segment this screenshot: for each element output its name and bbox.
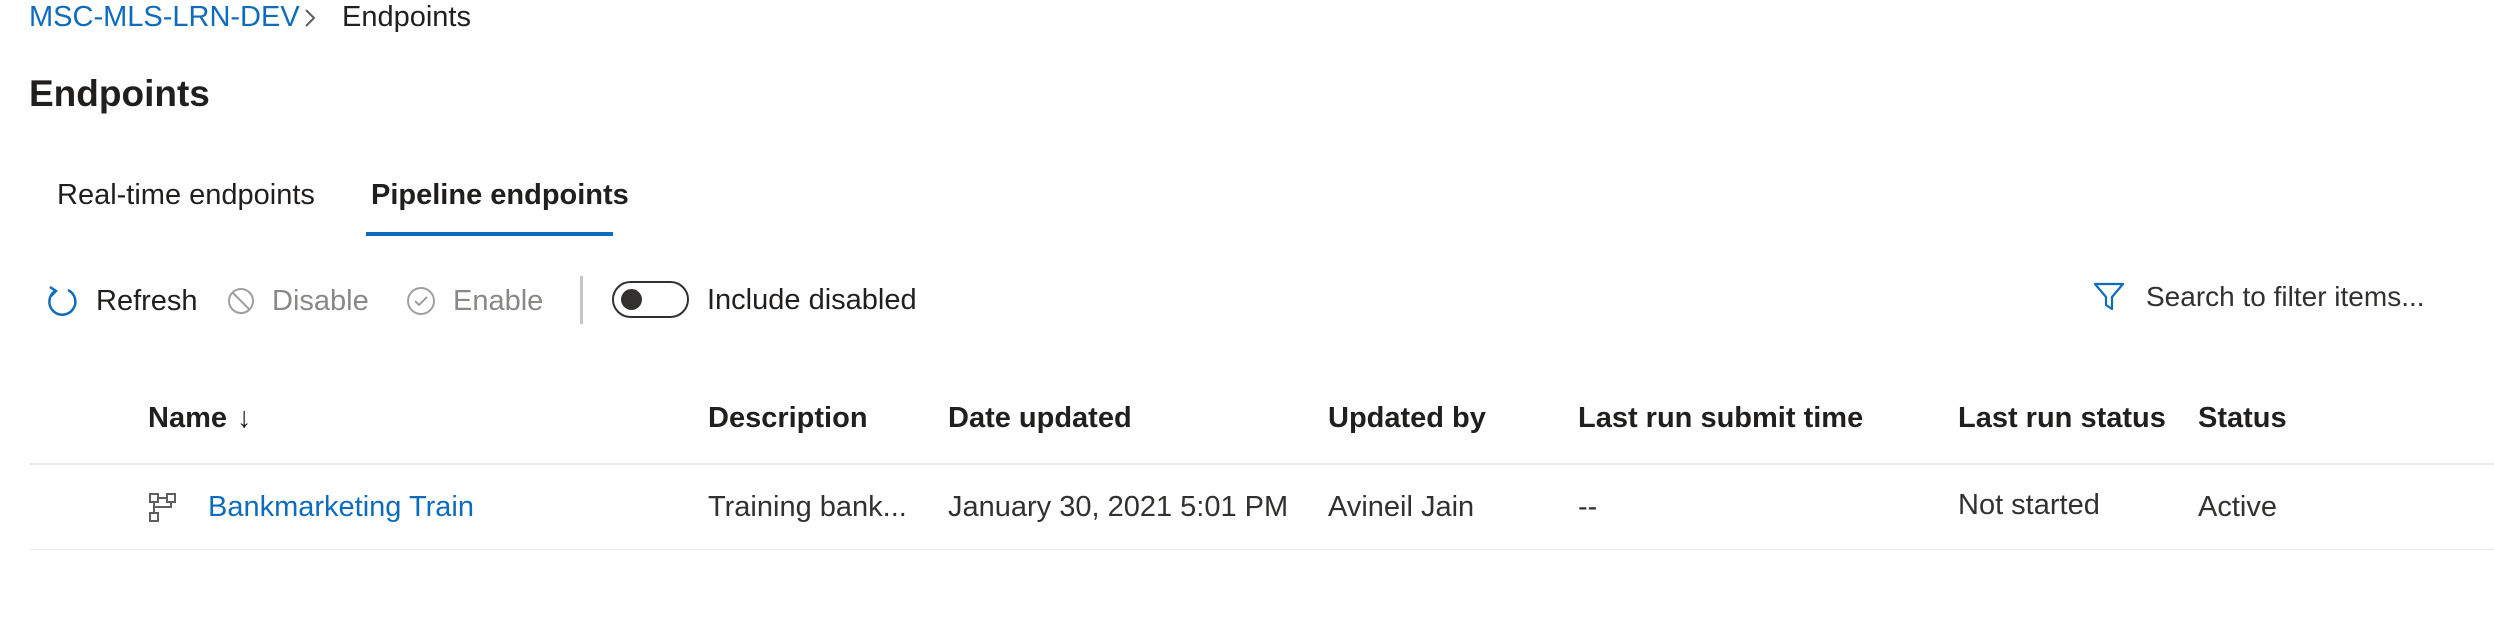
enable-label: Enable xyxy=(453,284,544,317)
column-header-updated-by[interactable]: Updated by xyxy=(1328,401,1486,435)
refresh-icon xyxy=(48,285,77,316)
search-input[interactable]: Search to filter items... xyxy=(2146,281,2425,313)
enable-button[interactable]: Enable xyxy=(405,280,543,322)
pipeline-icon xyxy=(149,493,176,522)
pipeline-endpoint-name-link[interactable]: Bankmarketing Train xyxy=(208,490,474,524)
cell-last-run-submit-time: -- xyxy=(1578,491,1598,523)
cell-updated-by: Avineil Jain xyxy=(1328,491,1475,523)
page-title: Endpoints xyxy=(29,73,210,114)
check-circle-icon xyxy=(407,287,435,315)
column-header-last-run-submit-time[interactable]: Last run submit time xyxy=(1578,401,1863,435)
toolbar-divider xyxy=(580,276,583,324)
refresh-label: Refresh xyxy=(96,284,198,317)
toggle-knob xyxy=(621,289,642,310)
cell-date-updated: January 30, 2021 5:01 PM xyxy=(948,491,1289,523)
disable-label: Disable xyxy=(272,284,369,317)
table-header-divider xyxy=(29,463,2494,465)
disable-icon xyxy=(228,288,254,314)
column-header-description[interactable]: Description xyxy=(708,401,868,435)
chevron-right-icon xyxy=(305,9,316,27)
include-disabled-label: Include disabled xyxy=(707,284,917,316)
tab-real-time-endpoints[interactable]: Real-time endpoints xyxy=(57,178,315,212)
cell-description: Training bank... xyxy=(708,491,907,523)
include-disabled-toggle[interactable] xyxy=(612,281,689,318)
tab-pipeline-endpoints[interactable]: Pipeline endpoints xyxy=(371,178,629,212)
column-header-status[interactable]: Status xyxy=(2198,401,2287,435)
cell-last-run-status: Not started xyxy=(1958,489,2100,521)
refresh-button[interactable]: Refresh xyxy=(44,280,198,322)
breadcrumb-workspace-link[interactable]: MSC-MLS-LRN-DEV xyxy=(29,0,300,34)
column-header-last-run-status[interactable]: Last run status xyxy=(1958,401,2166,435)
filter-icon xyxy=(2093,282,2125,311)
tab-selected-indicator xyxy=(366,232,613,236)
sort-descending-icon: ↓ xyxy=(237,402,252,434)
cell-status: Active xyxy=(2198,491,2277,523)
column-header-date-updated[interactable]: Date updated xyxy=(948,401,1132,435)
column-header-name[interactable]: Name ↓ xyxy=(148,401,252,435)
disable-button[interactable]: Disable xyxy=(226,280,369,322)
search-filter[interactable]: Search to filter items... xyxy=(2092,279,2425,315)
column-header-name-label: Name xyxy=(148,402,227,434)
table-row-divider xyxy=(29,549,2494,550)
breadcrumb-current: Endpoints xyxy=(342,1,471,33)
